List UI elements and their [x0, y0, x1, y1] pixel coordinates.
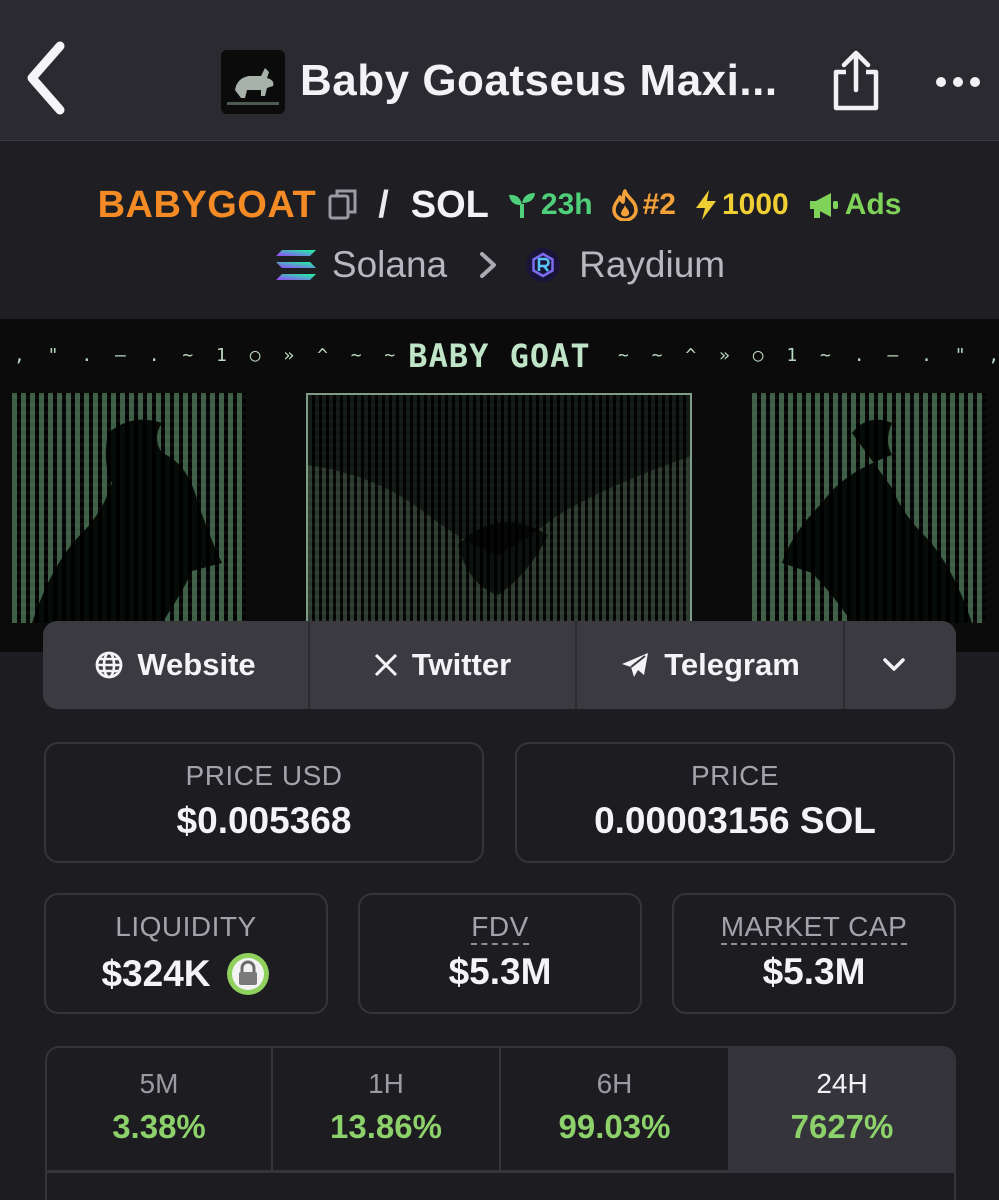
twitter-link-button[interactable]: Twitter [310, 621, 577, 709]
liquidity-lock-icon[interactable] [225, 951, 271, 997]
more-options-button[interactable] [928, 62, 988, 102]
market-cap-value: $5.3M [762, 951, 866, 992]
chain-name[interactable]: Solana [332, 244, 447, 286]
price-usd-card: PRICE USD $0.005368 [44, 742, 484, 863]
pair-header: BABYGOAT / SOL 23h #2 1000 Ads Solana Ra… [0, 141, 999, 319]
base-token-symbol: BABYGOAT [97, 183, 317, 226]
liquidity-card: LIQUIDITY $324K [44, 893, 328, 1014]
price-native-value: 0.00003156 SOL [594, 800, 876, 841]
tab-1h-label: 1H [368, 1068, 404, 1099]
tab-5m[interactable]: 5M 3.38% [47, 1048, 273, 1170]
megaphone-icon [809, 193, 838, 218]
price-usd-value: $0.005368 [176, 800, 352, 841]
share-icon [833, 50, 879, 111]
x-logo-icon [374, 653, 397, 677]
seedling-icon [508, 193, 535, 218]
chain-breadcrumb: Solana Raydium [0, 237, 999, 293]
fdv-label[interactable]: FDV [471, 911, 529, 945]
chevron-left-icon [27, 41, 65, 115]
tab-5m-change: 3.38% [112, 1108, 206, 1145]
copy-icon[interactable] [328, 188, 358, 222]
timeframe-tabs: 5M 3.38% 1H 13.86% 6H 99.03% 24H 7627% [45, 1046, 956, 1172]
price-native-label: PRICE [690, 760, 780, 791]
trending-rank: #2 [642, 188, 676, 221]
dex-name[interactable]: Raydium [579, 244, 725, 286]
telegram-link-button[interactable]: Telegram [577, 621, 845, 709]
ascii-goat-right [752, 393, 986, 623]
flame-icon [611, 189, 638, 221]
lightning-icon [695, 190, 716, 220]
boost-badge[interactable]: 1000 [694, 188, 789, 222]
token-banner-image: , " . — . ~ 1 ○ » ^ ~ ~ BABY GOAT ~ ~ ^ … [0, 319, 999, 652]
tab-24h-change: 7627% [790, 1108, 894, 1145]
banner-decoration-right: ~ ~ ^ » ○ 1 ~ . — . " , [618, 345, 999, 366]
share-button[interactable] [830, 50, 882, 112]
page-title: Baby Goatseus Maxi... [300, 56, 778, 105]
twitter-label: Twitter [411, 647, 512, 682]
pair-age: 23h [540, 188, 593, 221]
ads-badge[interactable]: Ads [807, 188, 902, 222]
market-cap-label-wrap: MARKET CAP [674, 911, 954, 945]
ads-label: Ads [844, 188, 902, 221]
more-horizontal-icon [936, 77, 980, 87]
liquidity-value: $324K [101, 953, 211, 994]
boost-count: 1000 [721, 188, 789, 221]
tab-5m-label: 5M [139, 1068, 179, 1099]
fdv-label-wrap: FDV [360, 911, 640, 945]
chevron-down-icon [882, 658, 905, 671]
market-cap-card: MARKET CAP $5.3M [672, 893, 956, 1014]
more-links-button[interactable] [845, 621, 956, 709]
telegram-icon [622, 653, 649, 677]
tab-1h[interactable]: 1H 13.86% [273, 1048, 501, 1170]
social-links-bar: Website Twitter Telegram [43, 621, 956, 709]
tab-1h-change: 13.86% [330, 1108, 442, 1145]
fdv-card: FDV $5.3M [358, 893, 642, 1014]
pair-age-badge: 23h [507, 188, 593, 222]
trending-rank-badge[interactable]: #2 [611, 188, 676, 222]
tab-6h[interactable]: 6H 99.03% [501, 1048, 730, 1170]
website-label: Website [137, 647, 256, 682]
market-cap-label[interactable]: MARKET CAP [720, 911, 908, 945]
tab-24h-label: 24H [816, 1068, 868, 1099]
raydium-icon [526, 248, 561, 282]
back-button[interactable] [22, 38, 72, 118]
pair-row: BABYGOAT / SOL 23h #2 1000 Ads [0, 177, 999, 233]
tab-6h-label: 6H [596, 1068, 633, 1099]
ascii-goat-left [12, 393, 246, 623]
globe-icon [95, 651, 123, 679]
fdv-value: $5.3M [448, 951, 552, 992]
liquidity-label: LIQUIDITY [115, 911, 257, 942]
tab-6h-change: 99.03% [558, 1108, 671, 1145]
liquidity-row: $324K [46, 951, 326, 997]
stats-table-top [45, 1171, 956, 1200]
tab-24h[interactable]: 24H 7627% [730, 1048, 954, 1170]
solana-icon [275, 250, 316, 280]
telegram-label: Telegram [664, 647, 800, 682]
token-logo [221, 50, 285, 114]
price-native-card: PRICE 0.00003156 SOL [515, 742, 955, 863]
chevron-right-icon [480, 252, 497, 278]
pair-separator: / [378, 183, 389, 226]
top-nav-bar: Baby Goatseus Maxi... [0, 0, 999, 141]
price-usd-label: PRICE USD [185, 760, 343, 791]
quote-token-symbol: SOL [410, 183, 489, 226]
ascii-art-center [306, 393, 692, 633]
website-link-button[interactable]: Website [43, 621, 310, 709]
